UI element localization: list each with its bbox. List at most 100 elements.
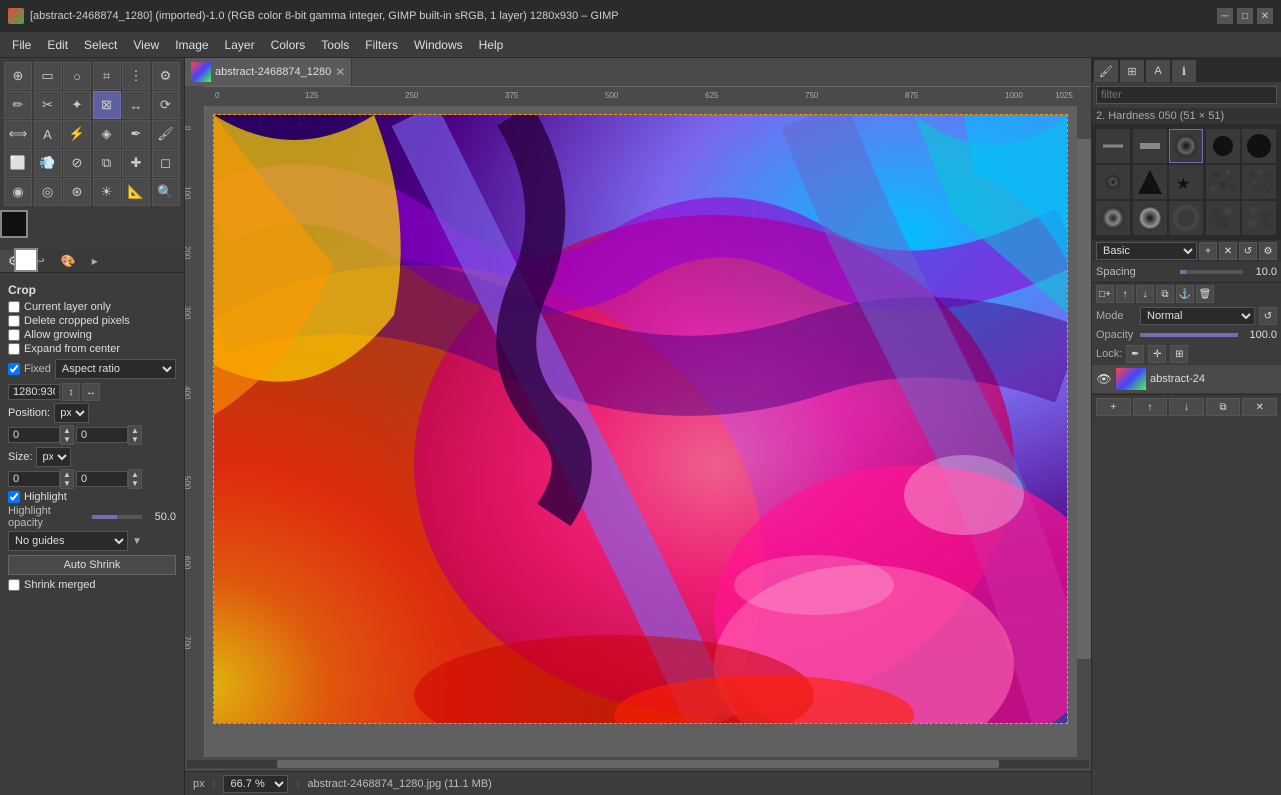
brush-item-4[interactable]: [1206, 129, 1240, 163]
highlight-checkbox[interactable]: [8, 491, 20, 503]
del-layer-btn[interactable]: 🗑: [1196, 285, 1214, 303]
size-w-down[interactable]: ▼: [61, 479, 73, 488]
hscroll-thumb[interactable]: [277, 760, 999, 768]
vertical-scrollbar[interactable]: [1077, 106, 1091, 757]
la-del-btn[interactable]: ✕: [1242, 398, 1277, 416]
tool-paintbrush[interactable]: 🖌: [152, 120, 180, 148]
tab-close-icon[interactable]: ✕: [335, 65, 345, 79]
menu-view[interactable]: View: [125, 36, 167, 54]
tool-dodge-burn[interactable]: ☀: [93, 178, 121, 206]
hscroll-track[interactable]: [187, 760, 1089, 768]
la-dup-btn[interactable]: ⧉: [1206, 398, 1241, 416]
tool-transform[interactable]: ↔: [122, 91, 150, 119]
opacity-track[interactable]: [1140, 333, 1238, 337]
tool-airbrush[interactable]: 💨: [34, 149, 62, 177]
tool-color-picker[interactable]: ⊕: [4, 62, 32, 90]
dup-layer-btn[interactable]: ⧉: [1156, 285, 1174, 303]
tool-flip[interactable]: ⟺: [4, 120, 32, 148]
position-y-up[interactable]: ▲: [129, 426, 141, 435]
brush-item-6[interactable]: [1096, 165, 1130, 199]
mode-reset-btn[interactable]: ↺: [1259, 307, 1277, 325]
size-h-down[interactable]: ▼: [129, 479, 141, 488]
menu-tools[interactable]: Tools: [313, 36, 357, 54]
tool-ink[interactable]: ⊘: [63, 149, 91, 177]
brush-item-1[interactable]: [1096, 129, 1130, 163]
allow-growing-checkbox[interactable]: [8, 329, 20, 341]
tool-blur[interactable]: ◉: [4, 178, 32, 206]
tool-sharpen[interactable]: ◎: [34, 178, 62, 206]
brush-item-11[interactable]: [1096, 201, 1130, 235]
la-raise-btn[interactable]: ↑: [1133, 398, 1168, 416]
zoom-select[interactable]: 66.7 % 100 % 50 % 25 %: [223, 775, 288, 793]
tool-free-select[interactable]: ⌗: [93, 62, 121, 90]
tab-colors-tab[interactable]: 🎨: [53, 250, 84, 272]
layer-item[interactable]: 👁 abstract-24: [1092, 365, 1281, 394]
position-x-down[interactable]: ▼: [61, 435, 73, 444]
current-layer-checkbox[interactable]: [8, 301, 20, 313]
tool-clone[interactable]: ⧉: [93, 149, 121, 177]
tool-eraser[interactable]: ⬜: [4, 149, 32, 177]
la-lower-btn[interactable]: ↓: [1169, 398, 1204, 416]
close-button[interactable]: ✕: [1257, 8, 1273, 24]
canvas-viewport[interactable]: [205, 106, 1091, 757]
aspect-portrait-button[interactable]: ↕: [62, 383, 80, 401]
tool-ellipse-select[interactable]: ○: [63, 62, 91, 90]
menu-edit[interactable]: Edit: [39, 36, 76, 54]
menu-layer[interactable]: Layer: [217, 36, 263, 54]
brush-item-5[interactable]: [1242, 129, 1276, 163]
brush-item-2[interactable]: [1133, 129, 1167, 163]
position-x-input[interactable]: [8, 427, 60, 443]
guides-select[interactable]: No guides Center lines Rule of thirds: [8, 531, 128, 551]
la-new-btn[interactable]: +: [1096, 398, 1131, 416]
shrink-merged-checkbox[interactable]: [8, 579, 20, 591]
tool-smudge[interactable]: ⊛: [63, 178, 91, 206]
raise-layer-btn[interactable]: ↑: [1116, 285, 1134, 303]
rp-tab-fonts[interactable]: A: [1146, 60, 1170, 82]
menu-select[interactable]: Select: [76, 36, 125, 54]
size-w-input[interactable]: [8, 471, 60, 487]
horizontal-scrollbar[interactable]: [185, 757, 1091, 771]
brush-del-btn[interactable]: ✕: [1219, 242, 1237, 260]
position-y-input[interactable]: [76, 427, 128, 443]
minimize-button[interactable]: ─: [1217, 8, 1233, 24]
brush-preset-select[interactable]: Basic: [1096, 242, 1197, 260]
position-unit-select[interactable]: px mm: [54, 403, 89, 423]
brush-item-9[interactable]: [1206, 165, 1240, 199]
new-layer-btn[interactable]: □+: [1096, 285, 1114, 303]
tab-close[interactable]: ▸: [84, 250, 106, 272]
aspect-value-input[interactable]: [8, 384, 60, 400]
tool-paths[interactable]: ✦: [63, 91, 91, 119]
tool-blend[interactable]: ◈: [93, 120, 121, 148]
size-h-up[interactable]: ▲: [129, 470, 141, 479]
rp-tab-info[interactable]: ℹ: [1172, 60, 1196, 82]
brush-settings-btn[interactable]: ⚙: [1259, 242, 1277, 260]
tool-zoom[interactable]: 🔍: [152, 178, 180, 206]
image-tab[interactable]: abstract-2468874_1280 ✕: [185, 58, 352, 86]
brush-item-13[interactable]: [1169, 201, 1203, 235]
size-h-input[interactable]: [76, 471, 128, 487]
highlight-opacity-track[interactable]: [92, 515, 142, 519]
tool-foreground-select[interactable]: ✏: [4, 91, 32, 119]
brush-item-7[interactable]: [1133, 165, 1167, 199]
aspect-ratio-select[interactable]: Aspect ratio Width Height Size: [55, 359, 176, 379]
brush-item-15[interactable]: [1242, 201, 1276, 235]
size-w-up[interactable]: ▲: [61, 470, 73, 479]
menu-image[interactable]: Image: [167, 36, 216, 54]
lower-layer-btn[interactable]: ↓: [1136, 285, 1154, 303]
delete-cropped-checkbox[interactable]: [8, 315, 20, 327]
rp-tab-patterns[interactable]: ⊞: [1120, 60, 1144, 82]
background-color[interactable]: [14, 248, 38, 272]
rp-tab-brushes[interactable]: 🖌: [1094, 60, 1118, 82]
menu-colors[interactable]: Colors: [263, 36, 314, 54]
menu-file[interactable]: File: [4, 36, 39, 54]
layer-visibility-icon[interactable]: 👁: [1096, 371, 1112, 387]
tool-crop[interactable]: ⊠: [93, 91, 121, 119]
size-unit-select[interactable]: px mm: [36, 447, 71, 467]
tool-bucket-fill[interactable]: ⚡: [63, 120, 91, 148]
brush-refresh-btn[interactable]: ↺: [1239, 242, 1257, 260]
menu-windows[interactable]: Windows: [406, 36, 471, 54]
tool-scissors[interactable]: ✂: [34, 91, 62, 119]
tool-text[interactable]: A: [34, 120, 62, 148]
brush-filter-input[interactable]: [1096, 86, 1277, 104]
brush-item-8[interactable]: ★: [1169, 165, 1203, 199]
